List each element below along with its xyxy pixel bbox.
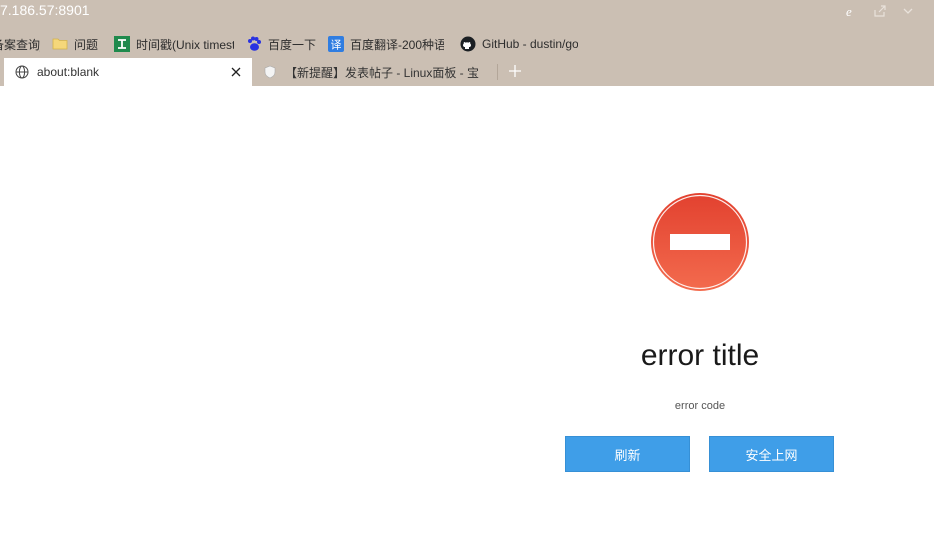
plus-icon <box>508 63 522 82</box>
tab-label: 【新提醒】发表帖子 - Linux面板 - 宝 <box>285 65 480 80</box>
address-bar-icons: e <box>844 3 916 19</box>
error-stop-icon <box>650 192 750 292</box>
bookmark-label: 备案查询_ <box>0 37 40 52</box>
bookmark-github[interactable]: GitHub - dustin/go <box>460 33 582 55</box>
bookmark-label: GitHub - dustin/go <box>482 37 578 51</box>
globe-icon <box>14 64 30 80</box>
github-icon <box>460 36 476 52</box>
tool-icon <box>114 36 130 52</box>
tab-label: about:blank <box>37 65 100 79</box>
bookmark-label: 百度翻译-200种语言 <box>350 37 444 52</box>
svg-text:译: 译 <box>331 39 342 52</box>
svg-text:e: e <box>846 4 852 18</box>
ie-compat-icon[interactable]: e <box>844 3 860 19</box>
safe-browsing-button[interactable]: 安全上网 <box>709 436 834 472</box>
address-bar[interactable]: 7.186.57:8901 e <box>0 0 934 24</box>
page-content: error title error code 刷新 安全上网 <box>0 86 934 553</box>
bookmark-beian[interactable]: 备案查询_ <box>0 33 40 55</box>
tab-forum-post[interactable]: 【新提醒】发表帖子 - Linux面板 - 宝 <box>252 58 497 86</box>
close-icon[interactable] <box>228 64 244 80</box>
bookmark-label: 时间戳(Unix timestamp) <box>136 37 234 52</box>
browser-chrome: 7.186.57:8901 e 备案查询_ 问题 时 <box>0 0 934 86</box>
bookmark-fanyi[interactable]: 译 百度翻译-200种语言 <box>328 33 448 55</box>
bookmarks-bar: 备案查询_ 问题 时间戳(Unix timestamp) 百度一下 译 百度翻译… <box>0 33 934 55</box>
tab-about-blank[interactable]: about:blank <box>4 58 252 86</box>
error-title: error title <box>640 339 760 372</box>
baidu-paw-icon <box>246 36 262 52</box>
shield-icon <box>262 64 278 80</box>
url-text[interactable]: 7.186.57:8901 <box>0 2 90 18</box>
error-code: error code <box>674 400 726 412</box>
bookmark-label: 百度一下 <box>268 37 316 52</box>
folder-icon <box>52 36 68 52</box>
tab-divider <box>497 64 498 80</box>
bookmark-wenti[interactable]: 问题 <box>52 33 102 55</box>
new-tab-button[interactable] <box>506 63 524 81</box>
bookmark-timestamp[interactable]: 时间戳(Unix timestamp) <box>114 33 234 55</box>
bookmark-baidu[interactable]: 百度一下 <box>246 33 316 55</box>
chevron-down-icon[interactable] <box>900 3 916 19</box>
tab-strip: about:blank 【新提醒】发表帖子 - Linux面板 - 宝 <box>0 58 934 86</box>
translate-icon: 译 <box>328 36 344 52</box>
share-icon[interactable] <box>872 3 888 19</box>
refresh-button[interactable]: 刷新 <box>565 436 690 472</box>
bookmark-label: 问题 <box>74 37 99 52</box>
